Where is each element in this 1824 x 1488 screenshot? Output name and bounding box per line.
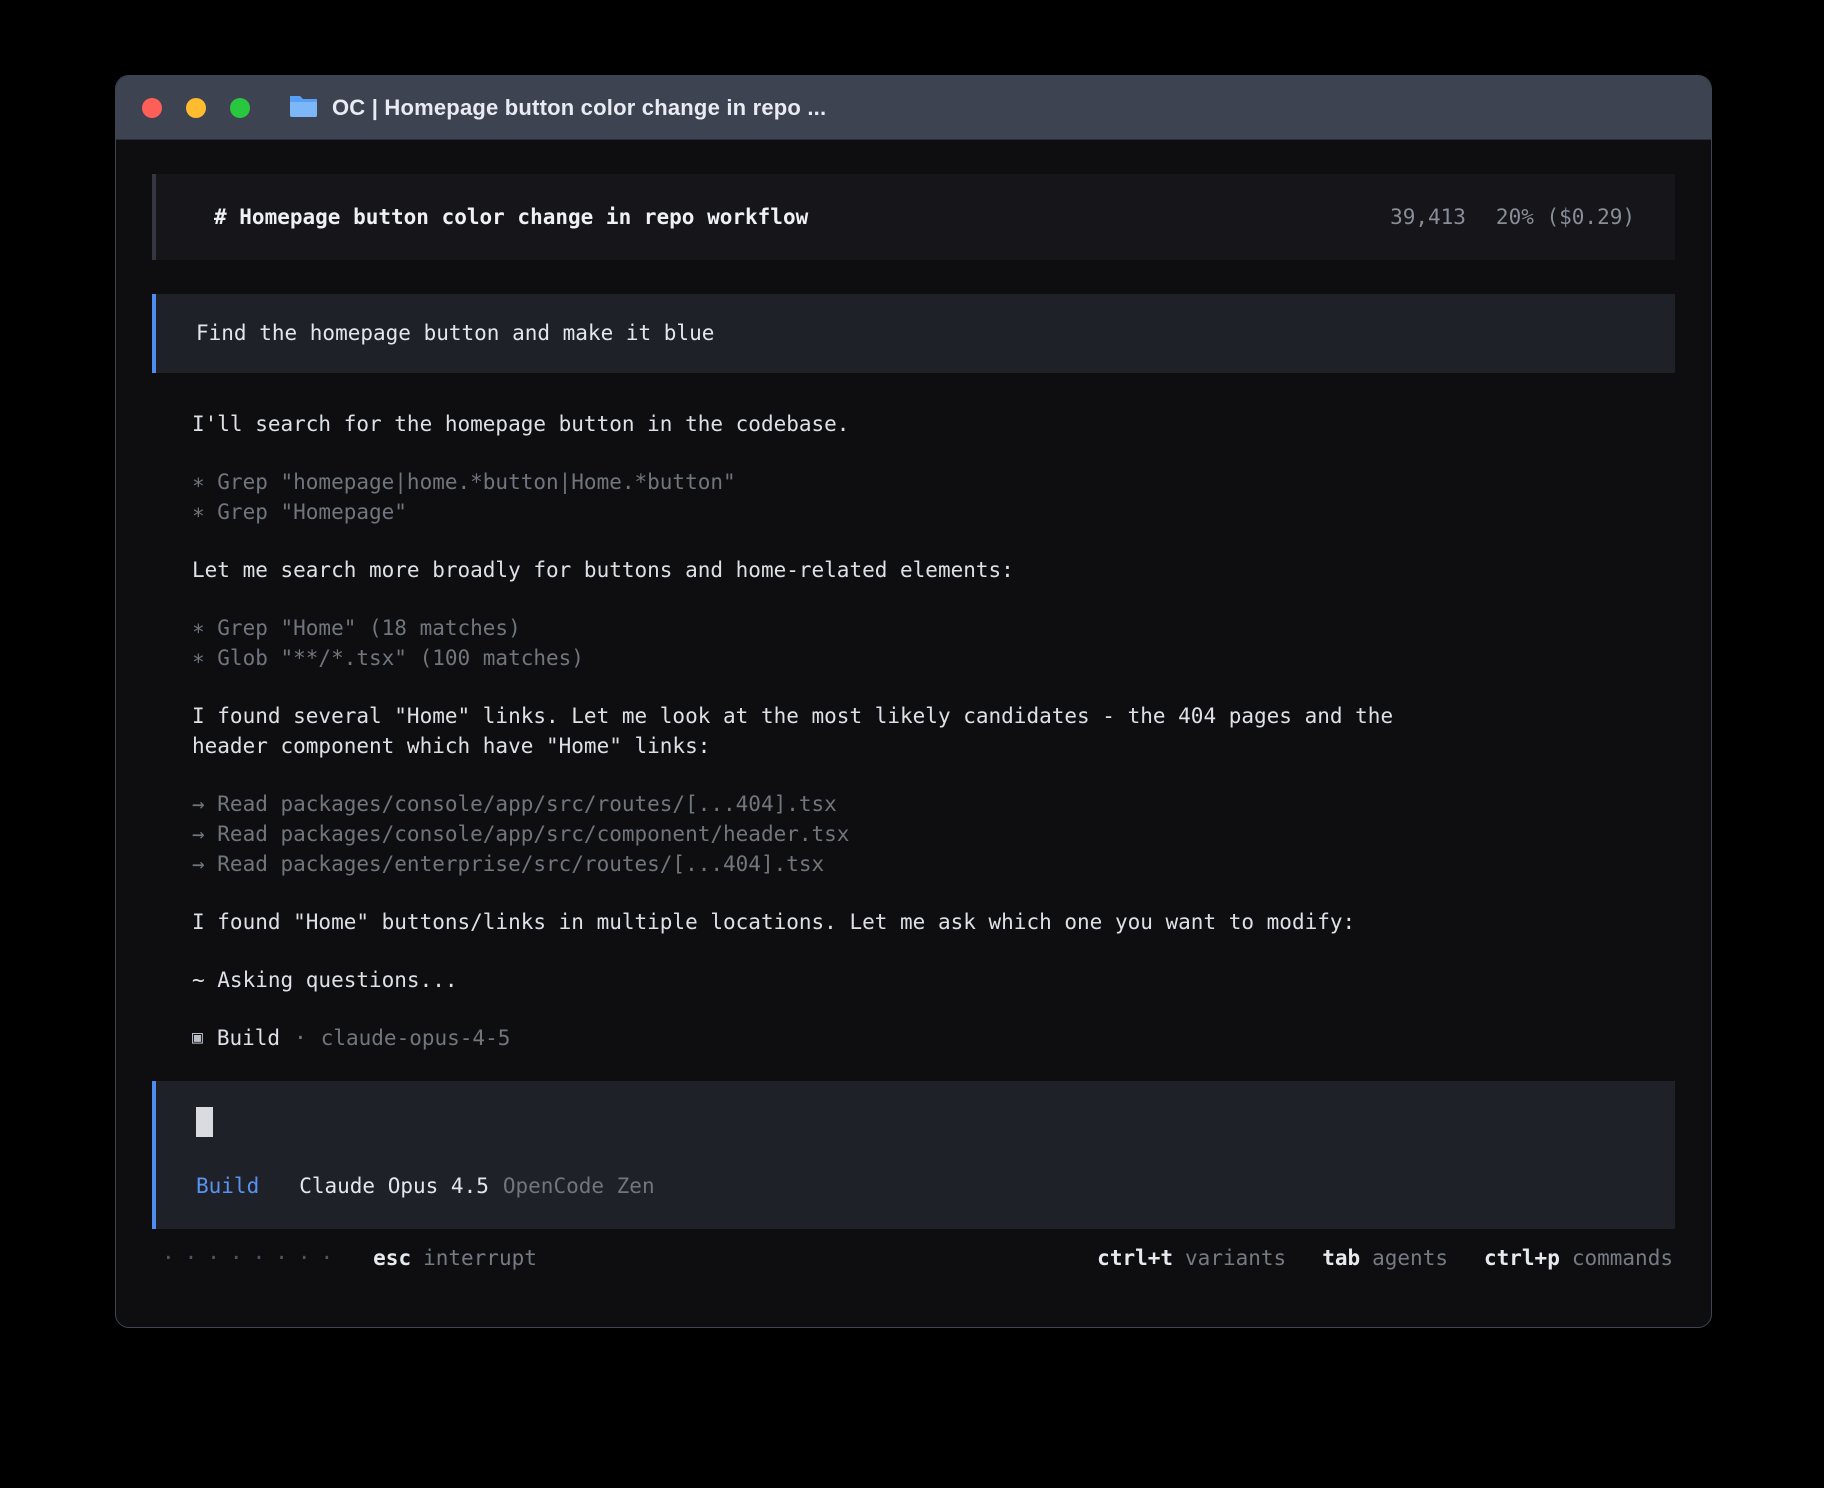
glob-tool-line: ∗ Glob "**/*.tsx" (100 matches) [192,643,1675,673]
tool-call-group: ∗ Grep "homepage|home.*button|Home.*butt… [192,467,1675,527]
session-stats: 39,413 20% ($0.29) [1390,205,1635,229]
session-header: # Homepage button color change in repo w… [152,174,1675,260]
close-button[interactable] [142,98,162,118]
grep-tool-line: ∗ Grep "Homepage" [192,497,1675,527]
shortcut-variants: ctrl+t variants [1097,1246,1286,1270]
zoom-button[interactable] [230,98,250,118]
session-title: # Homepage button color change in repo w… [214,205,808,229]
input-line[interactable] [196,1107,1635,1137]
agent-mode-label[interactable]: Build [196,1174,259,1198]
text-cursor [196,1107,213,1137]
asking-questions-status: ~ Asking questions... [192,965,1675,995]
status-bar: ········ esc interrupt ctrl+t variants t… [152,1241,1675,1275]
user-message: Find the homepage button and make it blu… [152,294,1675,373]
assistant-text: Let me search more broadly for buttons a… [192,555,1675,585]
input-mode-row: Build Claude Opus 4.5 OpenCode Zen [196,1171,1635,1201]
minimize-button[interactable] [186,98,206,118]
assistant-text: I'll search for the homepage button in t… [192,409,1675,439]
shortcut-commands: ctrl+p commands [1484,1246,1673,1270]
assistant-text: I found several "Home" links. Let me loo… [192,701,1675,761]
user-message-text: Find the homepage button and make it blu… [196,321,714,345]
esc-key: esc [373,1246,411,1270]
traffic-lights [142,98,250,118]
terminal-window: OC | Homepage button color change in rep… [115,75,1712,1328]
grep-tool-line: ∗ Grep "homepage|home.*button|Home.*butt… [192,467,1675,497]
model-label[interactable]: Claude Opus 4.5 [299,1174,489,1198]
window-title: OC | Homepage button color change in rep… [332,95,826,121]
agent-separator: · [294,1023,307,1053]
assistant-text: I found "Home" buttons/links in multiple… [192,907,1675,937]
provider-label: OpenCode Zen [503,1174,655,1198]
context-usage: 20% ($0.29) [1496,205,1635,229]
assistant-transcript: I'll search for the homepage button in t… [152,409,1675,1053]
tool-call-group: → Read packages/console/app/src/routes/[… [192,789,1675,879]
shortcut-interrupt: esc interrupt [373,1246,537,1270]
agent-model: claude-opus-4-5 [321,1023,511,1053]
read-tool-line: → Read packages/console/app/src/componen… [192,819,1675,849]
terminal-content: # Homepage button color change in repo w… [116,140,1711,1275]
read-tool-line: → Read packages/enterprise/src/routes/[.… [192,849,1675,879]
agent-status-line: ▣ Build · claude-opus-4-5 [192,1023,1675,1053]
progress-dots: ········ [162,1246,343,1270]
folder-icon [288,93,319,122]
window-titlebar[interactable]: OC | Homepage button color change in rep… [116,76,1711,140]
build-agent-icon: ▣ [192,1023,203,1053]
read-tool-line: → Read packages/console/app/src/routes/[… [192,789,1675,819]
status-left: ········ esc interrupt [162,1246,537,1270]
title-group: OC | Homepage button color change in rep… [288,93,826,122]
token-count: 39,413 [1390,205,1466,229]
tool-call-group: ∗ Grep "Home" (18 matches) ∗ Glob "**/*.… [192,613,1675,673]
status-right: ctrl+t variants tab agents ctrl+p comman… [1097,1246,1673,1270]
grep-tool-line: ∗ Grep "Home" (18 matches) [192,613,1675,643]
shortcut-agents: tab agents [1322,1246,1448,1270]
prompt-input[interactable]: Build Claude Opus 4.5 OpenCode Zen [152,1081,1675,1229]
agent-name: Build [217,1023,280,1053]
esc-label: interrupt [423,1246,537,1270]
